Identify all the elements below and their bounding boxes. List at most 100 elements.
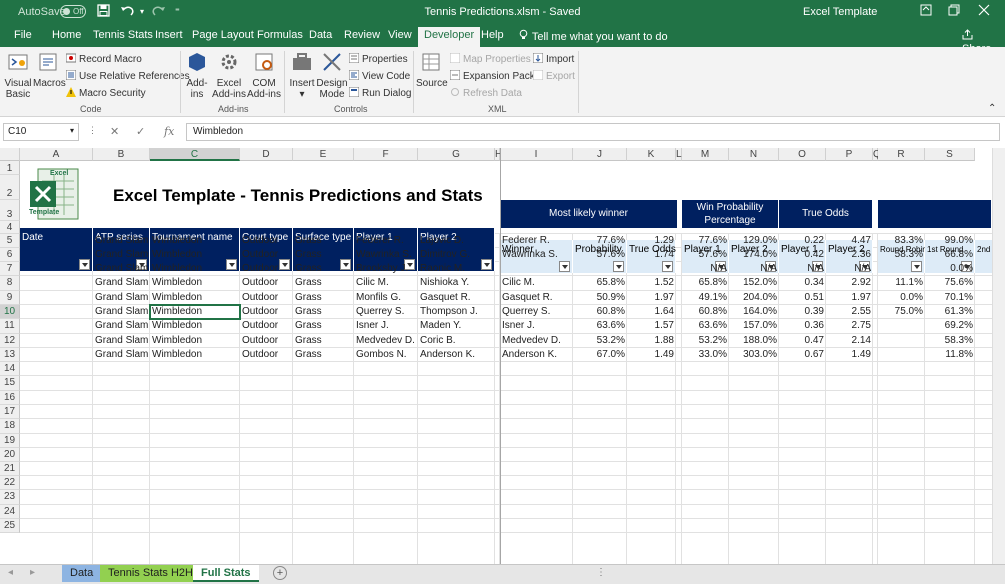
column-header[interactable]: N bbox=[729, 148, 779, 161]
table-cell[interactable]: Grand Slam bbox=[93, 305, 150, 319]
table-cell[interactable]: Outdoor bbox=[240, 262, 293, 276]
table-cell[interactable]: 2.14 bbox=[826, 334, 873, 348]
addins-button[interactable]: Add-ins bbox=[183, 51, 211, 100]
table-cell[interactable]: 83.3% bbox=[878, 234, 925, 248]
table-cell[interactable]: 1.49 bbox=[627, 348, 676, 362]
table-cell[interactable]: 60.8% bbox=[682, 305, 729, 319]
table-cell[interactable] bbox=[20, 334, 93, 348]
table-cell[interactable]: 0.34 bbox=[779, 276, 826, 290]
insert-control-button[interactable]: Insert ▾ bbox=[288, 51, 316, 100]
tell-me-search[interactable]: Tell me what you want to do bbox=[518, 29, 668, 43]
table-cell[interactable]: 49.1% bbox=[682, 291, 729, 305]
table-cell[interactable]: 0.0% bbox=[878, 291, 925, 305]
table-cell[interactable]: Brooksby J. bbox=[354, 262, 418, 276]
row-header[interactable]: 2 bbox=[0, 175, 20, 200]
insert-function-icon[interactable]: fx bbox=[164, 125, 174, 138]
table-cell[interactable]: Grand Slam bbox=[93, 276, 150, 290]
table-cell[interactable]: N/A bbox=[826, 262, 873, 276]
row-header[interactable]: 17 bbox=[0, 405, 20, 419]
table-cell[interactable]: Grand Slam bbox=[93, 334, 150, 348]
design-mode-button[interactable]: Design Mode bbox=[316, 51, 348, 100]
table-cell[interactable]: Medvedev D. bbox=[500, 334, 573, 348]
tab-page-layout[interactable]: Page Layout bbox=[192, 29, 254, 41]
row-header[interactable]: 25 bbox=[0, 519, 20, 533]
table-cell[interactable] bbox=[878, 262, 925, 276]
row-header[interactable]: 23 bbox=[0, 490, 20, 505]
row-header[interactable]: 4 bbox=[0, 221, 20, 234]
table-cell[interactable]: 2.36 bbox=[826, 248, 873, 262]
table-cell[interactable]: Gombos N. bbox=[354, 348, 418, 362]
table-cell[interactable]: Isner J. bbox=[500, 319, 573, 333]
table-cell[interactable]: Outdoor bbox=[240, 305, 293, 319]
row-header[interactable]: 9 bbox=[0, 291, 20, 305]
table-cell[interactable]: Outdoor bbox=[240, 319, 293, 333]
table-cell[interactable]: Querrey S. bbox=[354, 305, 418, 319]
table-cell[interactable]: 1.74 bbox=[627, 248, 676, 262]
table-cell[interactable]: 1.64 bbox=[627, 305, 676, 319]
table-cell[interactable]: Grass bbox=[293, 276, 354, 290]
expansion-packs-button[interactable]: Expansion Packs bbox=[450, 70, 540, 82]
tab-insert[interactable]: Insert bbox=[155, 29, 183, 41]
table-cell[interactable]: Federer R. bbox=[500, 234, 573, 248]
tab-help[interactable]: Help bbox=[481, 29, 504, 41]
table-cell[interactable]: Wimbledon bbox=[150, 234, 240, 248]
table-cell[interactable]: Outdoor bbox=[240, 348, 293, 362]
map-properties-button[interactable]: Map Properties bbox=[450, 53, 531, 65]
table-cell[interactable]: 53.2% bbox=[573, 334, 627, 348]
excel-addins-button[interactable]: Excel Add-ins bbox=[212, 51, 246, 100]
refresh-data-button[interactable]: Refresh Data bbox=[450, 87, 522, 99]
table-cell[interactable] bbox=[627, 262, 676, 276]
table-cell[interactable]: 57.6% bbox=[573, 248, 627, 262]
table-cell[interactable]: Wimbledon bbox=[150, 291, 240, 305]
table-cell[interactable]: 1.29 bbox=[627, 234, 676, 248]
formula-input[interactable]: Wimbledon bbox=[186, 123, 1000, 141]
column-header[interactable]: G bbox=[418, 148, 495, 161]
vertical-scrollbar[interactable] bbox=[992, 148, 1005, 565]
table-cell[interactable] bbox=[20, 276, 93, 290]
table-cell[interactable] bbox=[20, 305, 93, 319]
row-header[interactable]: 15 bbox=[0, 376, 20, 391]
restore-window-icon[interactable] bbox=[948, 4, 960, 19]
table-cell[interactable]: Raonic M. bbox=[418, 262, 495, 276]
table-cell[interactable]: 67.0% bbox=[573, 348, 627, 362]
table-cell[interactable]: 61.3% bbox=[925, 305, 975, 319]
table-cell[interactable]: Wimbledon bbox=[150, 248, 240, 262]
table-cell[interactable]: 77.6% bbox=[682, 234, 729, 248]
row-header[interactable]: 5 bbox=[0, 234, 20, 248]
table-cell[interactable]: Thompson J. bbox=[418, 305, 495, 319]
sheet-tab-tennis-stats-h2h[interactable]: Tennis Stats H2H bbox=[100, 565, 201, 582]
table-cell[interactable]: 65.8% bbox=[573, 276, 627, 290]
table-cell[interactable]: 157.0% bbox=[729, 319, 779, 333]
row-header[interactable]: 21 bbox=[0, 462, 20, 476]
row-header[interactable]: 24 bbox=[0, 505, 20, 519]
table-cell[interactable]: Gasquet R. bbox=[418, 291, 495, 305]
column-header[interactable]: I bbox=[500, 148, 573, 161]
table-cell[interactable]: 75.0% bbox=[878, 305, 925, 319]
table-cell[interactable]: Grass bbox=[293, 234, 354, 248]
row-header[interactable]: 1 bbox=[0, 161, 20, 175]
row-header[interactable]: 20 bbox=[0, 448, 20, 462]
table-cell[interactable]: 50.9% bbox=[573, 291, 627, 305]
table-cell[interactable]: Cilic M. bbox=[500, 276, 573, 290]
table-cell[interactable]: 0.67 bbox=[779, 348, 826, 362]
column-header[interactable]: K bbox=[627, 148, 676, 161]
table-cell[interactable] bbox=[878, 348, 925, 362]
table-cell[interactable]: 1.57 bbox=[627, 319, 676, 333]
table-cell[interactable]: 0.51 bbox=[779, 291, 826, 305]
row-header[interactable]: 3 bbox=[0, 200, 20, 221]
collapse-ribbon-icon[interactable]: ⌃ bbox=[988, 103, 996, 114]
row-header[interactable]: 6 bbox=[0, 248, 20, 262]
sheet-tab-data[interactable]: Data bbox=[62, 565, 102, 582]
table-cell[interactable] bbox=[500, 262, 573, 276]
tab-home[interactable]: Home bbox=[52, 29, 81, 41]
table-cell[interactable]: Wimbledon bbox=[150, 276, 240, 290]
table-cell[interactable] bbox=[20, 234, 93, 248]
record-macro-button[interactable]: Record Macro bbox=[66, 53, 142, 65]
table-cell[interactable] bbox=[20, 262, 93, 276]
column-header[interactable]: F bbox=[354, 148, 418, 161]
table-cell[interactable]: Outdoor bbox=[240, 276, 293, 290]
xml-source-button[interactable]: Source bbox=[416, 51, 448, 89]
table-cell[interactable] bbox=[20, 291, 93, 305]
table-cell[interactable]: 0.22 bbox=[779, 234, 826, 248]
scroll-tabs-left-icon[interactable]: ◂ bbox=[8, 567, 13, 578]
